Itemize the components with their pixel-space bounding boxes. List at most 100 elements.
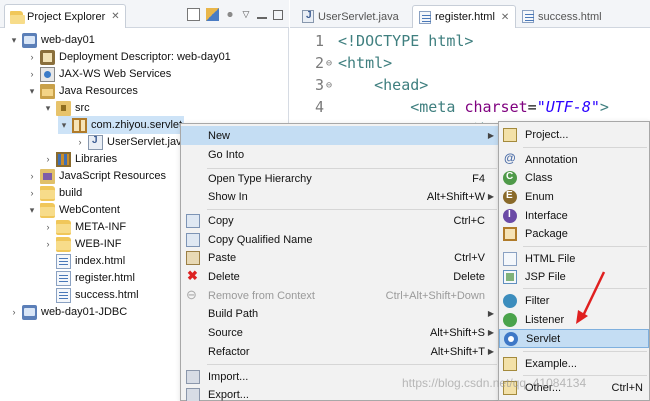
expand-arrow-icon[interactable]: ›: [42, 222, 54, 232]
submenu-arrow-icon: ▶: [487, 328, 494, 337]
menu-item-shortcut: F4: [472, 172, 485, 185]
collapse-all-icon[interactable]: [187, 8, 200, 21]
annotation-icon: [503, 151, 517, 167]
submenu-item-project[interactable]: Project...: [499, 125, 649, 144]
menu-item-label: Copy Qualified Name: [208, 233, 313, 246]
tree-item-build[interactable]: › build: [26, 184, 82, 202]
html-file-icon: [56, 253, 71, 269]
tab-userservlet-java[interactable]: UserServlet.java: [296, 5, 405, 28]
tree-item-deployment-descriptor[interactable]: › Deployment Descriptor: web-day01: [26, 48, 231, 66]
tree-item-userservlet[interactable]: › UserServlet.java: [74, 133, 188, 151]
link-with-editor-icon[interactable]: [206, 8, 219, 21]
expand-arrow-icon[interactable]: ›: [26, 52, 38, 62]
menu-item-refactor[interactable]: Refactor Alt+Shift+T ▶: [181, 342, 499, 361]
submenu-item-enum[interactable]: Enum: [499, 187, 649, 206]
line-number: 4: [314, 98, 324, 116]
tree-item-javascript-resources[interactable]: › JavaScript Resources: [26, 167, 166, 185]
close-icon[interactable]: ✕: [111, 11, 119, 22]
expand-arrow-icon[interactable]: ›: [26, 188, 38, 198]
web-project-icon: [22, 304, 37, 320]
menu-item-copy[interactable]: Copy Ctrl+C: [181, 211, 499, 230]
menu-item-build-path[interactable]: Build Path ▶: [181, 304, 499, 323]
code-text: <head>: [338, 76, 429, 94]
project-explorer-tab[interactable]: Project Explorer ✕: [4, 4, 126, 28]
context-menu: New ▶ Go Into Open Type Hierarchy F4 Sho…: [180, 123, 500, 401]
menu-item-copy-qualified-name[interactable]: Copy Qualified Name: [181, 230, 499, 249]
tree-item-webcontent[interactable]: ▾ WebContent: [26, 201, 120, 219]
menu-item-source[interactable]: Source Alt+Shift+S ▶: [181, 323, 499, 342]
tree-item-web-inf[interactable]: › WEB-INF: [42, 235, 121, 253]
tab-register-html[interactable]: register.html ✕: [412, 5, 517, 28]
minimize-icon[interactable]: [257, 11, 267, 19]
menu-item-delete[interactable]: Delete Delete: [181, 267, 499, 286]
menu-item-open-type-hierarchy[interactable]: Open Type Hierarchy F4: [181, 169, 499, 188]
menu-item-shortcut: Ctrl+C: [453, 214, 485, 227]
menu-separator: [523, 351, 647, 352]
tree-item-meta-inf[interactable]: › META-INF: [42, 218, 126, 236]
expand-arrow-icon[interactable]: ›: [74, 137, 86, 147]
code-line[interactable]: 1 <!DOCTYPE html>: [290, 30, 650, 52]
annotation-arrow-icon: [576, 271, 606, 324]
line-number: 1: [314, 32, 324, 50]
package-icon: [72, 117, 87, 133]
code-line[interactable]: 4 <meta charset = "UTF-8" >: [290, 96, 650, 118]
interface-icon: [503, 208, 517, 223]
fold-marker[interactable]: ⊖: [326, 80, 338, 91]
tab-label: UserServlet.java: [318, 10, 399, 23]
submenu-item-servlet[interactable]: Servlet: [499, 329, 649, 348]
submenu-item-annotation[interactable]: Annotation: [499, 150, 649, 169]
submenu-item-html-file[interactable]: HTML File: [499, 249, 649, 268]
expand-arrow-icon[interactable]: ›: [8, 307, 20, 317]
submenu-item-example[interactable]: Example...: [499, 354, 649, 373]
submenu-item-label: Interface: [525, 209, 568, 222]
expand-arrow-icon[interactable]: ▾: [8, 35, 20, 46]
menu-item-show-in[interactable]: Show In Alt+Shift+W ▶: [181, 187, 499, 206]
source-folder-icon: [56, 100, 71, 116]
code-line[interactable]: 3 ⊖ <head>: [290, 74, 650, 96]
tree-item-libraries[interactable]: › Libraries: [42, 150, 117, 168]
code-line[interactable]: 2 ⊖ <html>: [290, 52, 650, 74]
tree-item-src[interactable]: ▾ src: [42, 99, 90, 117]
menu-item-label: Source: [208, 326, 243, 339]
expand-arrow-icon[interactable]: ›: [42, 154, 54, 164]
menu-item-paste[interactable]: Paste Ctrl+V: [181, 248, 499, 267]
expand-arrow-icon[interactable]: ▾: [26, 205, 38, 216]
expand-arrow-icon[interactable]: ▾: [58, 120, 70, 131]
focus-icon[interactable]: [225, 8, 235, 21]
tree-item-web-day01[interactable]: ▾ web-day01: [8, 31, 95, 49]
view-menu-icon[interactable]: ▽: [241, 8, 251, 21]
expand-arrow-icon[interactable]: ›: [42, 239, 54, 249]
html-file-icon: [56, 287, 71, 303]
tree-item-web-day01-jdbc[interactable]: › web-day01-JDBC: [8, 303, 127, 321]
libraries-icon: [56, 151, 71, 167]
jsp-file-icon: [503, 269, 517, 284]
tree-item-success-html[interactable]: success.html: [42, 286, 139, 304]
tab-success-html[interactable]: success.html: [516, 5, 608, 28]
submenu-item-interface[interactable]: Interface: [499, 206, 649, 225]
expand-arrow-icon[interactable]: ▾: [42, 103, 54, 114]
fold-marker[interactable]: ⊖: [326, 58, 338, 69]
expand-arrow-icon[interactable]: ›: [26, 69, 38, 79]
tree-item-java-resources[interactable]: ▾ Java Resources: [26, 82, 138, 100]
expand-arrow-icon[interactable]: ▾: [26, 86, 38, 97]
tree-item-register-html[interactable]: register.html: [42, 269, 135, 287]
menu-item-label: Build Path: [208, 307, 259, 320]
line-number: 2: [314, 54, 324, 72]
listener-icon: [503, 312, 517, 327]
submenu-item-package[interactable]: Package: [499, 224, 649, 243]
tree-item-jaxws[interactable]: › JAX-WS Web Services: [26, 65, 171, 83]
tree-item-index-html[interactable]: index.html: [42, 252, 125, 270]
project-explorer-title: Project Explorer: [27, 10, 106, 23]
expand-arrow-icon[interactable]: ›: [26, 171, 38, 181]
submenu-arrow-icon: ▶: [487, 347, 494, 356]
menu-item-label: Copy: [208, 214, 234, 227]
menu-item-remove-from-context[interactable]: Remove from Context Ctrl+Alt+Shift+Down: [181, 286, 499, 305]
close-icon[interactable]: ✕: [501, 12, 509, 23]
submenu-item-shortcut: Ctrl+N: [611, 381, 643, 394]
tree-item-package-selected[interactable]: ▾ com.zhiyou.servlet: [58, 116, 184, 134]
submenu-item-class[interactable]: Class: [499, 168, 649, 187]
menu-item-new[interactable]: New ▶: [181, 126, 499, 145]
maximize-icon[interactable]: [273, 9, 283, 20]
menu-item-go-into[interactable]: Go Into: [181, 145, 499, 164]
menu-item-label: Paste: [208, 251, 237, 264]
